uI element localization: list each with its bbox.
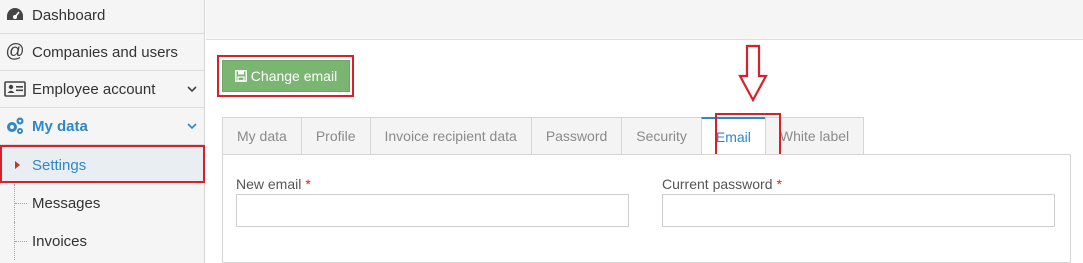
- at-icon: @: [5, 41, 25, 62]
- dashboard-icon: [4, 5, 26, 25]
- tree-branch: [15, 203, 27, 204]
- tab-security[interactable]: Security: [621, 117, 701, 155]
- tree-branch: [15, 241, 27, 242]
- sidebar-item-label: My data: [32, 117, 88, 135]
- tab-profile[interactable]: Profile: [300, 117, 370, 155]
- required-marker: *: [305, 176, 311, 192]
- current-password-label-text: Current password: [662, 176, 773, 192]
- chevron-down-icon: [187, 123, 197, 130]
- top-bar: [206, 0, 1083, 40]
- id-card-icon: [4, 79, 26, 99]
- sidebar: Dashboard @ Companies and users Employee…: [0, 0, 205, 263]
- current-password-input[interactable]: [662, 194, 1055, 227]
- current-password-label: Current password *: [662, 176, 782, 192]
- sidebar-item-label: Dashboard: [32, 6, 106, 24]
- tab-password[interactable]: Password: [530, 117, 622, 155]
- sidebar-item-label: Employee account: [32, 80, 156, 98]
- sidebar-subitem-messages[interactable]: Messages: [0, 184, 204, 222]
- new-email-label-text: New email: [236, 176, 302, 192]
- gears-icon: [4, 116, 26, 136]
- sidebar-item-label: Companies and users: [32, 43, 178, 61]
- sidebar-subitem-label: Messages: [32, 194, 101, 212]
- tab-invoice-recipient-data[interactable]: Invoice recipient data: [369, 117, 531, 155]
- down-arrow-icon: [738, 44, 768, 102]
- sidebar-item-companies-and-users[interactable]: @ Companies and users: [0, 34, 204, 71]
- email-tab-highlight-box: [715, 113, 781, 156]
- sidebar-subitem-label: Invoices: [32, 232, 88, 250]
- sidebar-subitem-invoices[interactable]: Invoices: [0, 222, 204, 260]
- settings-highlight-box: [0, 145, 205, 183]
- new-email-label: New email *: [236, 176, 311, 192]
- tab-my-data[interactable]: My data: [222, 117, 301, 155]
- required-marker: *: [776, 176, 782, 192]
- sidebar-item-my-data[interactable]: My data: [0, 108, 204, 145]
- sidebar-item-dashboard[interactable]: Dashboard: [0, 0, 204, 34]
- sidebar-item-employee-account[interactable]: Employee account: [0, 71, 204, 108]
- change-email-highlight-box: [217, 55, 354, 97]
- new-email-input[interactable]: [236, 194, 629, 227]
- chevron-down-icon: [187, 86, 197, 93]
